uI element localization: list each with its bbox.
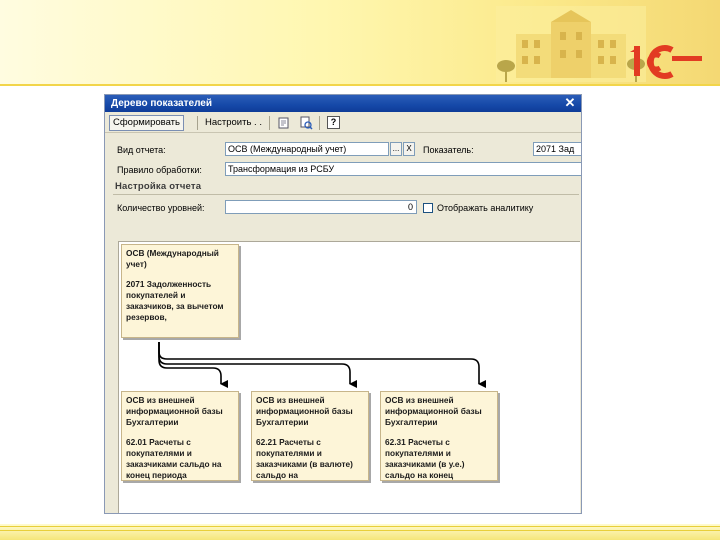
report-type-select-button[interactable]: ... [390, 142, 402, 156]
banner-divider [0, 84, 720, 86]
indicator-field[interactable]: 2071 Зад [533, 142, 581, 156]
connector-child-3 [158, 342, 486, 388]
toolbar-separator [269, 116, 270, 130]
generate-button[interactable]: Сформировать [109, 115, 184, 131]
tree-node-child[interactable]: ОСВ из внешней информационной базы Бухга… [121, 391, 239, 481]
tree-node-title: ОСВ (Международный учет) [126, 248, 219, 269]
footer-line [0, 526, 720, 527]
report-type-clear-button[interactable]: X [403, 142, 415, 156]
section-divider [113, 194, 579, 195]
tree-node-text: 2071 Задолженность покупателей и заказчи… [126, 279, 224, 322]
help-icon[interactable]: ? [327, 116, 340, 129]
toolbar: Сформировать Настроить . . ? [105, 113, 581, 133]
tree-node-root[interactable]: ОСВ (Международный учет) 2071 Задолженно… [121, 244, 239, 338]
indicator-label: Показатель: [423, 145, 474, 155]
slide-header-banner [0, 0, 720, 86]
window-titlebar[interactable]: Дерево показателей ✕ [105, 95, 581, 112]
rule-label: Правило обработки: [117, 165, 202, 175]
1c-logo [630, 45, 702, 79]
connector-child-1 [158, 342, 228, 388]
building-illustration [496, 6, 646, 82]
tree-node-text: 62.31 Расчеты с покупателями и заказчика… [385, 437, 465, 480]
report-type-label: Вид отчета: [117, 145, 166, 155]
footer-line [0, 530, 720, 531]
show-analytics-label: Отображать аналитику [437, 203, 534, 213]
tree-node-title: ОСВ из внешней информационной базы Бухга… [385, 395, 482, 427]
report-type-field[interactable]: ОСВ (Международный учет) [225, 142, 389, 156]
levels-label: Количество уровней: [117, 203, 205, 213]
tree-node-text: 62.01 Расчеты с покупателями и заказчика… [126, 437, 222, 480]
settings-button[interactable]: Настроить . . [201, 115, 266, 131]
tree-node-child[interactable]: ОСВ из внешней информационной базы Бухга… [380, 391, 498, 481]
print-preview-icon[interactable] [299, 116, 313, 130]
tree-canvas: ОСВ (Международный учет) 2071 Задолженно… [118, 241, 580, 513]
window-title: Дерево показателей [111, 98, 213, 109]
slide-footer-band [0, 524, 720, 540]
tree-node-text: 62.21 Расчеты с покупателями и заказчика… [256, 437, 353, 480]
show-analytics-checkbox[interactable] [423, 203, 433, 213]
save-settings-icon[interactable] [277, 116, 291, 130]
tree-node-child[interactable]: ОСВ из внешней информационной базы Бухга… [251, 391, 369, 481]
toolbar-separator [197, 116, 198, 130]
tree-node-title: ОСВ из внешней информационной базы Бухга… [126, 395, 223, 427]
toolbar-separator [319, 116, 320, 130]
indicator-tree-window: Дерево показателей ✕ Сформировать Настро… [104, 94, 582, 514]
close-button[interactable]: ✕ [563, 96, 577, 110]
connector-child-2 [158, 342, 357, 388]
section-title: Настройка отчета [115, 181, 202, 192]
tree-node-title: ОСВ из внешней информационной базы Бухга… [256, 395, 353, 427]
rule-field[interactable]: Трансформация из РСБУ [225, 162, 581, 176]
levels-field[interactable]: 0 [225, 200, 417, 214]
